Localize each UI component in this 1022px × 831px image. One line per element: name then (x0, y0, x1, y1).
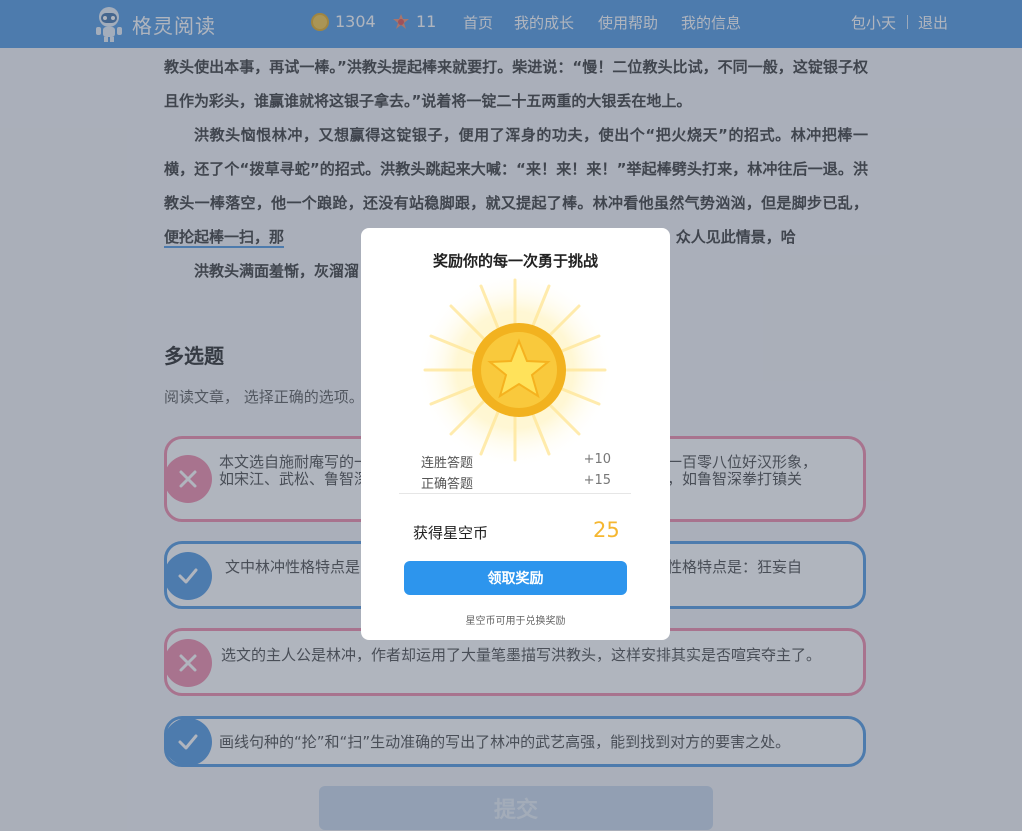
reward-row-correct: 正确答题 +15 (421, 473, 611, 492)
reward-label: 连胜答题 (421, 456, 474, 471)
reward-row-streak: 连胜答题 +10 (421, 452, 611, 471)
reward-label: 正确答题 (421, 477, 474, 492)
earn-value: 25 (593, 518, 620, 542)
claim-reward-button[interactable]: 领取奖励 (404, 561, 627, 595)
divider (399, 493, 631, 494)
star-coin-icon (417, 278, 613, 468)
reward-note: 星空币可用于兑换奖励 (465, 616, 566, 627)
reward-value: +15 (583, 473, 611, 488)
earn-label: 获得星空币 (413, 524, 489, 542)
reward-modal: 奖励你的每一次勇于挑战 连胜答题 +10 正确答题 +15 获得星空币 25 领… (361, 228, 670, 640)
modal-title: 奖励你的每一次勇于挑战 (432, 252, 598, 270)
reward-value: +10 (583, 452, 611, 467)
